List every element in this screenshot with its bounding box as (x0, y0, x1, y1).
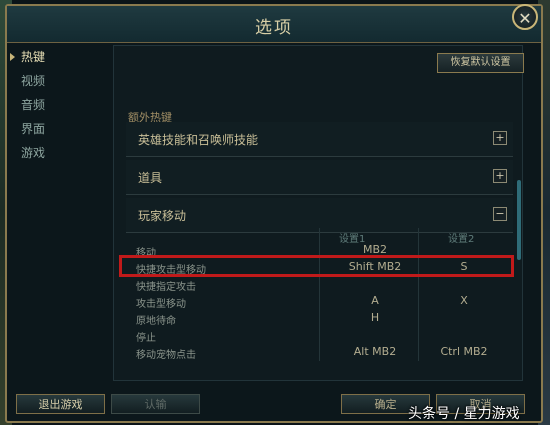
watermark: 头条号 / 星力游戏 (408, 406, 520, 422)
exit-game-button[interactable]: 退出游戏 (16, 394, 105, 414)
expand-icon[interactable]: + (493, 131, 507, 145)
hotkey-row: 快捷指定攻击 (126, 276, 513, 293)
section-items[interactable]: 道具 + (126, 160, 513, 195)
title-bar: 选项 (7, 6, 541, 43)
close-button[interactable]: ✕ (512, 4, 538, 30)
collapse-icon[interactable]: − (493, 207, 507, 221)
reset-defaults-button[interactable]: 恢复默认设置 (437, 53, 524, 73)
sidebar: 热键 视频 音频 界面 游戏 (7, 45, 107, 385)
hotkey-row: 原地待命 H (126, 310, 513, 327)
hotkey-label: 原地待命 (136, 316, 176, 327)
hotkey-label: 停止 (136, 333, 156, 344)
section-title: 道具 (138, 171, 163, 185)
hotkey-row: 移动宠物点击 Alt MB2 Ctrl MB2 (126, 344, 513, 361)
hotkey-binding-1[interactable]: H (325, 311, 425, 324)
section-title: 英雄技能和召唤师技能 (138, 133, 259, 147)
sidebar-item-video[interactable]: 视频 (7, 69, 107, 93)
section-champion-abilities[interactable]: 英雄技能和召唤师技能 + (126, 122, 513, 157)
surrender-button[interactable]: 认输 (111, 394, 200, 414)
expand-icon[interactable]: + (493, 169, 507, 183)
hotkey-binding-1[interactable]: A (325, 294, 425, 307)
hotkey-binding-2[interactable]: X (414, 294, 514, 307)
section-title: 玩家移动 (138, 209, 187, 223)
highlight-box (119, 255, 514, 277)
sidebar-item-interface[interactable]: 界面 (7, 117, 107, 141)
hotkey-row: 攻击型移动 A X (126, 293, 513, 310)
hotkey-row: 停止 (126, 327, 513, 344)
hotkey-label: 攻击型移动 (136, 299, 186, 310)
sidebar-item-audio[interactable]: 音频 (7, 93, 107, 117)
hotkey-label: 快捷指定攻击 (136, 282, 196, 293)
hotkey-binding-2[interactable]: Ctrl MB2 (414, 345, 514, 358)
close-icon: ✕ (518, 9, 532, 28)
sidebar-item-hotkeys[interactable]: 热键 (7, 45, 107, 69)
hotkey-label: 移动宠物点击 (136, 350, 196, 361)
sidebar-item-game[interactable]: 游戏 (7, 141, 107, 165)
hotkey-binding-1[interactable]: Alt MB2 (325, 345, 425, 358)
window-title: 选项 (255, 18, 293, 38)
scrollbar[interactable] (517, 180, 521, 260)
